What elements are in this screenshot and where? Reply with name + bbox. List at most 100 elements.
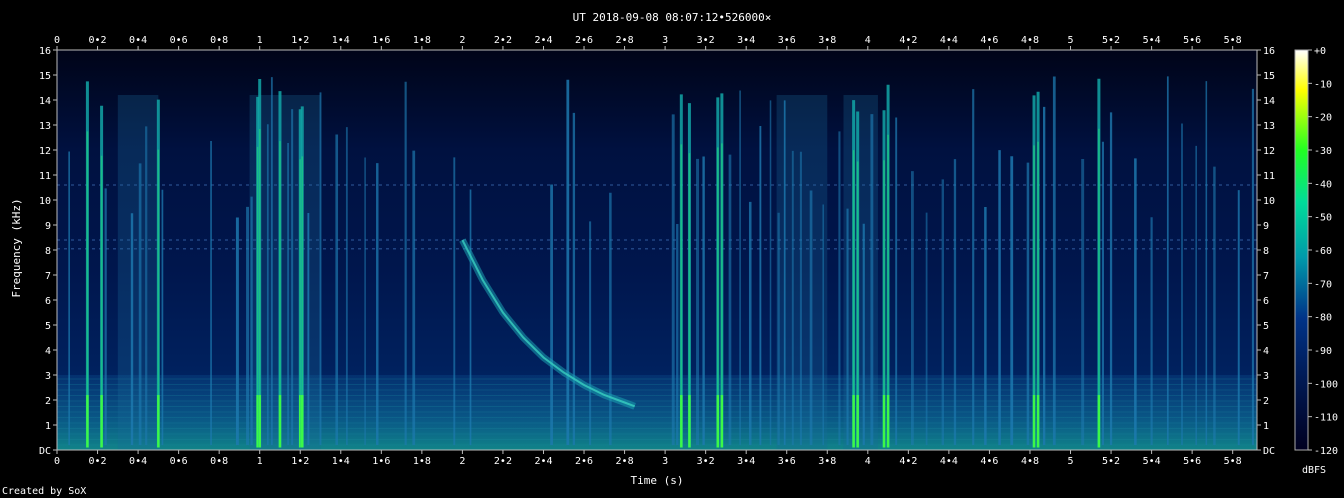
y-tick-label-right: 3 [1263, 371, 1269, 382]
x-tick-label: 3•6 [778, 456, 796, 467]
colorbar-tick-label: -40 [1314, 179, 1332, 190]
x-tick-label-top: 0•6 [170, 35, 188, 46]
x-tick-label-top: 2•2 [494, 35, 512, 46]
colorbar-tick-label: -100 [1314, 379, 1338, 390]
y-tick-label: 9 [45, 221, 51, 232]
x-tick-label-top: 2•4 [534, 35, 552, 46]
x-tick-label-top: 2•8 [616, 35, 634, 46]
x-tick-label-top: 2 [459, 35, 465, 46]
x-tick-label-top: 1•8 [413, 35, 431, 46]
x-tick-label: 2•4 [534, 456, 552, 467]
x-tick-label-top: 4•8 [1021, 35, 1039, 46]
y-tick-label-right: 6 [1263, 296, 1269, 307]
y-tick-label-right: 11 [1263, 171, 1275, 182]
y-tick-label: 7 [45, 271, 51, 282]
y-tick-label-right: 13 [1263, 121, 1275, 132]
y-tick-label-right: 7 [1263, 271, 1269, 282]
y-tick-label: 16 [39, 46, 51, 57]
x-tick-label: 5•8 [1224, 456, 1242, 467]
x-tick-label: 2•8 [616, 456, 634, 467]
y-tick-label: 6 [45, 296, 51, 307]
y-tick-label: 4 [45, 346, 51, 357]
x-tick-label-top: 3•6 [778, 35, 796, 46]
colorbar-tick-label: -50 [1314, 213, 1332, 224]
x-tick-label: 3•4 [737, 456, 755, 467]
x-tick-label: 3•2 [697, 456, 715, 467]
y-tick-label-right: 4 [1263, 346, 1269, 357]
x-tick-label-top: 5 [1067, 35, 1073, 46]
colorbar-tick-label: -10 [1314, 79, 1332, 90]
y-tick-label: 10 [39, 196, 51, 207]
x-tick-label: 5•4 [1143, 456, 1161, 467]
x-tick-label: 5•2 [1102, 456, 1120, 467]
x-tick-label-top: 3•4 [737, 35, 755, 46]
x-tick-label-top: 1•2 [291, 35, 309, 46]
x-tick-label: 0•6 [170, 456, 188, 467]
colorbar-tick-label: -30 [1314, 146, 1332, 157]
x-tick-label: 0•4 [129, 456, 147, 467]
x-tick-label: 4•8 [1021, 456, 1039, 467]
x-tick-label-top: 1 [257, 35, 263, 46]
x-tick-label: 2•2 [494, 456, 512, 467]
x-tick-label: 5 [1067, 456, 1073, 467]
x-tick-label-top: 4•6 [980, 35, 998, 46]
x-tick-label: 0•8 [210, 456, 228, 467]
x-tick-label-top: 5•6 [1183, 35, 1201, 46]
colorbar-tick-label: -20 [1314, 113, 1332, 124]
y-tick-label-right: 15 [1263, 71, 1275, 82]
x-tick-label-top: 0•8 [210, 35, 228, 46]
dense-click-region [117, 95, 159, 450]
colorbar-tick-label: -80 [1314, 313, 1332, 324]
x-tick-label: 4•2 [899, 456, 917, 467]
colorbar-tick-label: -120 [1314, 446, 1338, 457]
y-tick-label-right: 2 [1263, 396, 1269, 407]
y-tick-label: 5 [45, 321, 51, 332]
x-tick-label: 1•4 [332, 456, 350, 467]
x-tick-label-top: 5•8 [1224, 35, 1242, 46]
x-tick-label: 3 [662, 456, 668, 467]
x-tick-label-top: 3•2 [697, 35, 715, 46]
y-tick-label-right: 16 [1263, 46, 1275, 57]
x-tick-label: 1•2 [291, 456, 309, 467]
x-tick-label-top: 2•6 [575, 35, 593, 46]
y-tick-label-right: 1 [1263, 421, 1269, 432]
x-tick-label-top: 0•4 [129, 35, 147, 46]
x-tick-label-top: 0•2 [89, 35, 107, 46]
y-tick-label: 11 [39, 171, 51, 182]
spectrogram-svg: UT 2018-09-08 08:07:12•526000× 0 0 0•2 0•2 0… [2, 11, 1338, 497]
y-tick-label: DC [39, 446, 51, 457]
y-tick-label: 1 [45, 421, 51, 432]
colorbar-unit-label: dBFS [1302, 465, 1326, 476]
x-tick-label-top: 5•4 [1143, 35, 1161, 46]
x-tick-label-top: 4•2 [899, 35, 917, 46]
x-tick-label: 5•6 [1183, 456, 1201, 467]
chart-title: UT 2018-09-08 08:07:12•526000× [573, 11, 772, 24]
x-tick-label: 2 [459, 456, 465, 467]
x-tick-label: 2•6 [575, 456, 593, 467]
plot-area [57, 50, 1257, 450]
x-tick-label: 1•8 [413, 456, 431, 467]
x-tick-label-top: 5•2 [1102, 35, 1120, 46]
y-tick-label: 8 [45, 246, 51, 257]
y-tick-label: 14 [39, 96, 51, 107]
footer-credit: Created by SoX [2, 486, 86, 497]
x-tick-label: 4•6 [980, 456, 998, 467]
x-tick-label: 4 [865, 456, 871, 467]
colorbar-tick-label: -90 [1314, 346, 1332, 357]
x-tick-label: 1 [257, 456, 263, 467]
x-tick-label: 1•6 [372, 456, 390, 467]
y-tick-label-right: 9 [1263, 221, 1269, 232]
y-tick-label-right: 8 [1263, 246, 1269, 257]
y-tick-label-right: 12 [1263, 146, 1275, 157]
x-tick-label-top: 3 [662, 35, 668, 46]
x-tick-label: 3•8 [818, 456, 836, 467]
colorbar-tick-label: +0 [1314, 46, 1326, 57]
y-tick-label-right: 10 [1263, 196, 1275, 207]
x-tick-label-top: 4 [865, 35, 871, 46]
y-tick-label: 15 [39, 71, 51, 82]
x-tick-label: 0•2 [89, 456, 107, 467]
y-tick-label-right: 14 [1263, 96, 1275, 107]
colorbar-gradient [1294, 49, 1309, 451]
colorbar: +0 -10 -20 -30 -40 -50 -60 -70 -80 -90 -100 -110 -12… [1294, 46, 1338, 457]
y-axis-label: Frequency (kHz) [10, 198, 23, 297]
